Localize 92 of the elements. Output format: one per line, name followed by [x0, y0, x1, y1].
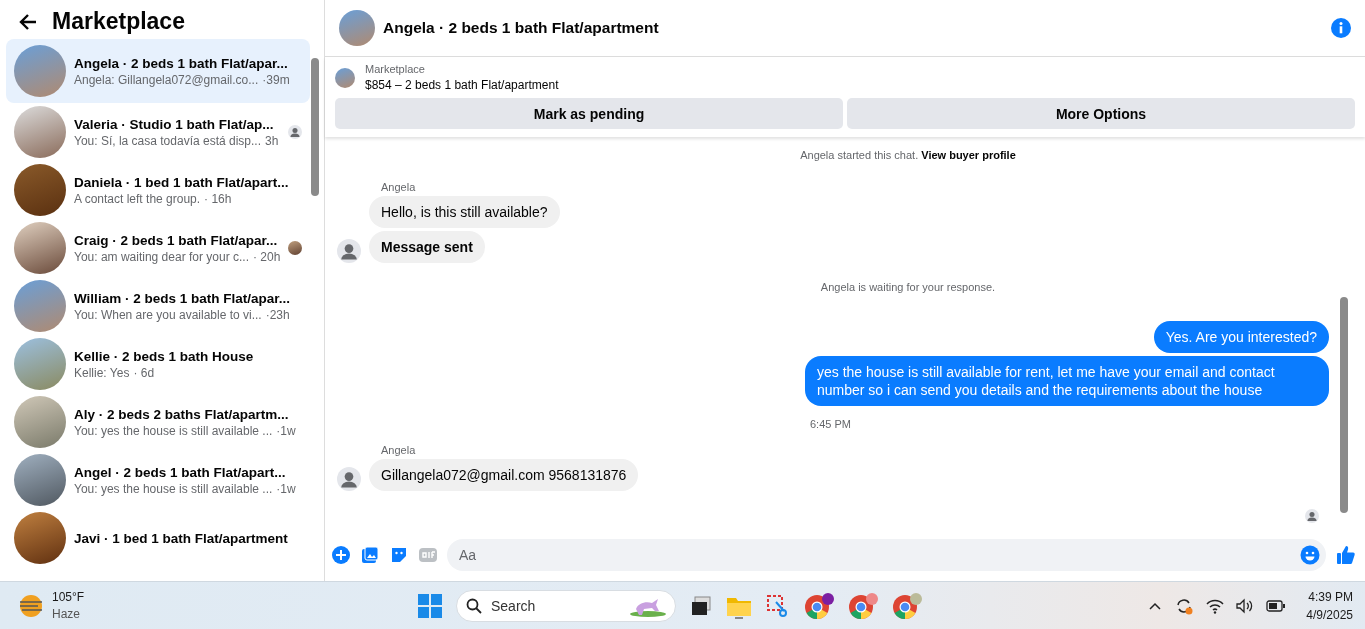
task-view-icon[interactable]	[690, 594, 712, 617]
sender-name: Angela	[381, 444, 416, 456]
conversation-item[interactable]: Javi · 1 bed 1 bath Flat/apartment	[6, 509, 310, 567]
conversation-title: Valeria · Studio 1 bath Flat/ap...	[74, 116, 275, 132]
conversation-item[interactable]: Valeria · Studio 1 bath Flat/ap... You: Sí, la casa todavía está disp... 3h	[6, 103, 310, 161]
message-bubble: yes the house is still available for rent, let me have your email and contact number so i can send you details and the requirements about the house	[805, 356, 1329, 406]
clock[interactable]: 4:39 PM 4/9/2025	[1306, 589, 1353, 622]
listing-title: $854 – 2 beds 1 bath Flat/apartment	[365, 78, 559, 92]
avatar-icon	[337, 239, 361, 263]
message-time: ·23h	[265, 307, 290, 322]
weather-condition: Haze	[52, 607, 81, 621]
plus-icon[interactable]	[331, 545, 351, 565]
avatar-icon	[337, 467, 361, 491]
message-preview: You: yes the house is still available ...	[74, 481, 273, 496]
seen-avatar-icon	[1305, 509, 1319, 523]
action-button[interactable]: Mark as pending	[335, 98, 843, 129]
search-icon	[466, 597, 482, 614]
message-time: · 20h	[253, 249, 281, 264]
seen-avatar-icon	[288, 125, 302, 139]
listing-photo	[14, 338, 66, 390]
snipping-tool-icon[interactable]	[766, 593, 790, 618]
conversation-item[interactable]: Craig · 2 beds 1 bath Flat/apar... You: am waiting dear for your c... · 20h	[6, 219, 310, 277]
back-arrow-icon[interactable]	[18, 11, 38, 32]
page-title: Marketplace	[52, 8, 185, 35]
listing-photo	[14, 512, 66, 564]
thumbs-up-icon[interactable]	[1335, 544, 1357, 566]
message-preview: Kellie: Yes	[74, 365, 130, 380]
listing-photo	[14, 396, 66, 448]
wifi-icon[interactable]	[1206, 597, 1225, 614]
message-preview: You: am waiting dear for your c...	[74, 249, 249, 264]
battery-icon[interactable]	[1266, 599, 1287, 612]
clock-date: 4/9/2025	[1306, 607, 1353, 622]
conversation-item[interactable]: Angel · 2 beds 1 bath Flat/apart... You: yes the house is still available ... ·1w	[6, 451, 310, 509]
timestamp: 6:45 PM	[810, 418, 852, 430]
conversation-title: Daniela · 1 bed 1 bath Flat/apart...	[74, 174, 290, 190]
listing-photo	[14, 106, 66, 158]
conversation-title: Craig · 2 beds 1 bath Flat/apar...	[74, 232, 279, 248]
message-time: ·39m	[262, 72, 290, 87]
message-time: 3h	[265, 133, 279, 148]
buyer-profile-link[interactable]: View buyer profile	[921, 149, 1016, 161]
message-preview: You: Sí, la casa todavía está disp...	[74, 133, 261, 148]
taskbar-search[interactable]: Search	[456, 589, 676, 622]
conversation-item[interactable]: Angela · 2 beds 1 bath Flat/apar... Angela: Gillangela072@gmail.co... ·39m	[6, 39, 310, 103]
conversation-title: Kellie · 2 beds 1 bath House	[74, 348, 255, 364]
conversation-title: Angela · 2 beds 1 bath Flat/apar...	[74, 55, 289, 71]
listing-photo	[14, 222, 66, 274]
listing-photo	[339, 10, 375, 46]
volume-icon[interactable]	[1236, 597, 1255, 614]
sender-name: Angela	[381, 181, 416, 193]
message-field[interactable]: Aa	[447, 539, 1326, 571]
conversation-item[interactable]: William · 2 beds 1 bath Flat/apar... You: When are you available to vi... ·23h	[6, 277, 310, 335]
message-time: ·1w	[276, 481, 296, 496]
message-preview: You: yes the house is still available ...	[74, 423, 273, 438]
message-bubble: Message sent	[369, 231, 485, 263]
message-bubble: Gillangela072@gmail.com 9568131876	[369, 459, 639, 491]
message-preview: A contact left the group.	[74, 191, 201, 206]
conversation-title: Angel · 2 beds 1 bath Flat/apart...	[74, 464, 287, 480]
listing-photo	[14, 454, 66, 506]
message-time: · 6d	[133, 365, 155, 380]
listing-photo	[14, 280, 66, 332]
message-bubble: Yes. Are you interested?	[1153, 321, 1329, 353]
chrome-icon[interactable]	[892, 591, 922, 620]
image-icon[interactable]	[360, 545, 380, 565]
listing-photo	[14, 164, 66, 216]
clock-time: 4:39 PM	[1308, 589, 1353, 604]
conversation-title: Aly · 2 beds 2 baths Flat/apartm...	[74, 406, 290, 422]
conversation-title: Javi · 1 bed 1 bath Flat/apartment	[74, 530, 289, 546]
listing-photo	[335, 67, 355, 88]
chat-title: Angela · 2 beds 1 bath Flat/apartment	[383, 19, 660, 37]
message-time: ·1w	[276, 423, 296, 438]
start-icon[interactable]	[418, 593, 442, 618]
chrome-icon[interactable]	[848, 591, 878, 620]
listing-label: Marketplace	[365, 63, 426, 75]
weather-haze-icon[interactable]	[18, 592, 44, 619]
emoji-icon[interactable]	[1300, 545, 1320, 565]
chrome-icon[interactable]	[804, 591, 834, 620]
message-preview: Angela: Gillangela072@gmail.co...	[74, 72, 259, 87]
listing-photo	[14, 45, 66, 97]
action-button[interactable]: More Options	[847, 98, 1355, 129]
conversation-item[interactable]: Daniela · 1 bed 1 bath Flat/apart... A contact left the group. · 16h	[6, 161, 310, 219]
sticker-icon[interactable]	[389, 545, 409, 565]
message-bubble: Hello, is this still available?	[369, 196, 560, 228]
message-preview: You: When are you available to vi...	[74, 307, 262, 322]
system-message: Angela is waiting for your response.	[819, 281, 997, 293]
conversation-title: William · 2 beds 1 bath Flat/apar...	[74, 290, 291, 306]
conversation-item[interactable]: Aly · 2 beds 2 baths Flat/apartm... You: yes the house is still available ... ·1w	[6, 393, 310, 451]
info-icon[interactable]	[1331, 18, 1351, 38]
system-message: Angela started this chat. View buyer profile	[799, 149, 1017, 161]
conversation-item[interactable]: Kellie · 2 beds 1 bath House Kellie: Yes · 6d	[6, 335, 310, 393]
seen-avatar	[288, 241, 303, 255]
message-time: · 16h	[204, 191, 232, 206]
temperature: 105°F	[52, 590, 85, 604]
